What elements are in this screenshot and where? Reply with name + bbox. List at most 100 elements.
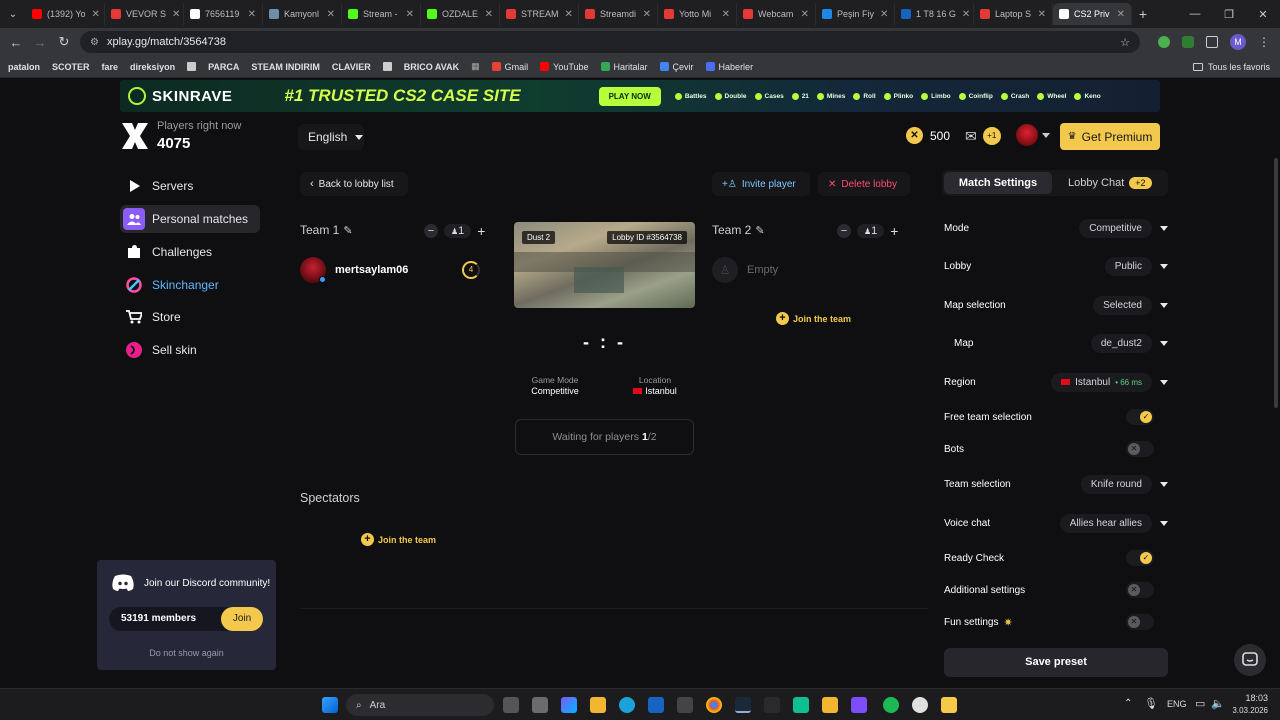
balance[interactable]: ✕ 500 bbox=[906, 127, 950, 144]
spotify-icon[interactable] bbox=[883, 697, 899, 713]
user-menu[interactable] bbox=[1016, 124, 1050, 146]
map-select[interactable]: de_dust2 bbox=[1090, 333, 1152, 353]
shield-extension-icon[interactable] bbox=[1182, 36, 1194, 48]
browser-tab[interactable]: Kamyonl ✕ bbox=[263, 3, 342, 25]
rockstar-icon[interactable] bbox=[822, 697, 838, 713]
apps-grid-icon[interactable]: ▦ bbox=[471, 61, 480, 72]
minus-icon[interactable]: − bbox=[424, 224, 438, 238]
app-icon[interactable] bbox=[912, 697, 928, 713]
url-input[interactable]: ⚙ xplay.gg/match/3564738 ☆ bbox=[80, 31, 1140, 53]
browser-tab[interactable]: (1392) Yo ✕ bbox=[26, 3, 105, 25]
browser-tab[interactable]: STREAM ✕ bbox=[500, 3, 579, 25]
tab-close-icon[interactable]: ✕ bbox=[637, 9, 651, 20]
extension-icon[interactable] bbox=[1158, 36, 1170, 48]
app-icon[interactable] bbox=[677, 697, 693, 713]
tab-search-icon[interactable]: ⌄ bbox=[0, 9, 26, 20]
tab-close-icon[interactable]: ✕ bbox=[86, 9, 100, 20]
sidebar-item-challenges[interactable]: Challenges bbox=[120, 238, 260, 266]
spectators-join-button[interactable]: + Join the team bbox=[361, 533, 436, 546]
clock-date[interactable]: 3.03.2026 bbox=[1222, 706, 1268, 715]
new-tab-button[interactable]: + bbox=[1132, 6, 1154, 22]
edit-icon[interactable]: ✎ bbox=[343, 224, 352, 237]
restore-icon[interactable]: ❐ bbox=[1212, 8, 1246, 21]
browser-tab[interactable]: CS2 Priv ✕ bbox=[1053, 3, 1132, 25]
page-scrollbar[interactable] bbox=[1274, 158, 1278, 408]
tab-close-icon[interactable]: ✕ bbox=[716, 9, 730, 20]
tab-close-icon[interactable]: ✕ bbox=[559, 9, 573, 20]
browser-tab[interactable]: 7656119 ✕ bbox=[184, 3, 263, 25]
app-icon[interactable] bbox=[941, 697, 957, 713]
tab-close-icon[interactable]: ✕ bbox=[400, 9, 414, 20]
tab-close-icon[interactable]: ✕ bbox=[242, 9, 256, 20]
browser-menu-icon[interactable]: ⋮ bbox=[1258, 35, 1270, 49]
tray-chevron-icon[interactable]: ⌃ bbox=[1124, 698, 1132, 709]
browser-tab[interactable]: Yotto Mi ✕ bbox=[658, 3, 737, 25]
browser-tab[interactable]: VEVOR S ✕ bbox=[105, 3, 184, 25]
chrome-icon[interactable] bbox=[706, 697, 722, 713]
steam-icon[interactable] bbox=[735, 697, 751, 713]
browser-tab[interactable]: Stream - ✕ bbox=[342, 3, 421, 25]
tab-close-icon[interactable]: ✕ bbox=[1111, 9, 1125, 20]
sidebar-item-sell-skin[interactable]: Sell skin bbox=[120, 336, 260, 364]
team2-join-button[interactable]: + Join the team bbox=[776, 312, 851, 325]
windows-start-icon[interactable] bbox=[322, 697, 338, 713]
support-chat-button[interactable] bbox=[1234, 644, 1266, 676]
outlook-icon[interactable] bbox=[648, 697, 664, 713]
language-select[interactable]: English bbox=[298, 124, 364, 150]
discord-dismiss-link[interactable]: Do not show again bbox=[97, 648, 276, 658]
browser-tab[interactable]: Streamdi ✕ bbox=[579, 3, 658, 25]
tab-close-icon[interactable]: ✕ bbox=[1032, 9, 1046, 20]
reload-icon[interactable]: ↻ bbox=[52, 34, 76, 50]
tab-close-icon[interactable]: ✕ bbox=[321, 9, 335, 20]
tab-close-icon[interactable]: ✕ bbox=[874, 9, 888, 20]
delete-lobby-button[interactable]: ✕ Delete lobby bbox=[818, 172, 910, 196]
bookmark-link[interactable]: Çevir bbox=[654, 62, 700, 72]
back-to-lobby-button[interactable]: ‹ Back to lobby list bbox=[300, 172, 408, 196]
discord-join-button[interactable]: Join bbox=[221, 607, 263, 631]
back-arrow-icon[interactable]: ← bbox=[4, 35, 28, 50]
team1-player-row[interactable]: mertsaylam06 bbox=[300, 257, 408, 283]
sidebar-item-personal-matches[interactable]: Personal matches bbox=[120, 205, 260, 233]
site-info-icon[interactable]: ⚙ bbox=[90, 37, 99, 48]
tab-close-icon[interactable]: ✕ bbox=[956, 9, 970, 20]
file-explorer-icon[interactable] bbox=[590, 697, 606, 713]
calculator-icon[interactable] bbox=[851, 697, 867, 713]
browser-tab[interactable]: 1 T8 16 G ✕ bbox=[895, 3, 974, 25]
bookmark-item[interactable]: BRICO AVAK bbox=[398, 62, 465, 72]
bookmark-item[interactable]: SCOTER bbox=[46, 62, 96, 72]
edit-icon[interactable]: ✎ bbox=[755, 224, 764, 237]
edge-icon[interactable] bbox=[619, 697, 635, 713]
invite-player-button[interactable]: +♙ Invite player bbox=[712, 172, 810, 196]
browser-tab[interactable]: Laptop S ✕ bbox=[974, 3, 1053, 25]
lobby-select[interactable]: Public bbox=[1104, 256, 1152, 276]
bookmark-item[interactable]: PARCA bbox=[202, 62, 245, 72]
app-icon[interactable] bbox=[793, 697, 809, 713]
mail-button[interactable]: ✉ +1 bbox=[965, 127, 1001, 145]
minimize-icon[interactable]: — bbox=[1178, 8, 1212, 20]
bookmark-folder-icon[interactable] bbox=[181, 62, 202, 71]
network-icon[interactable]: ▭ bbox=[1195, 697, 1205, 710]
extensions-puzzle-icon[interactable] bbox=[1206, 36, 1218, 48]
bookmark-link[interactable]: YouTube bbox=[534, 62, 594, 72]
fun-toggle[interactable]: ✕ bbox=[1126, 614, 1154, 630]
bookmark-item[interactable]: direksiyon bbox=[124, 62, 181, 72]
bookmark-link[interactable]: Gmail bbox=[486, 62, 535, 72]
all-bookmarks[interactable]: Tous les favoris bbox=[1192, 62, 1270, 72]
ready-check-toggle[interactable]: ✓ bbox=[1126, 550, 1154, 566]
forward-arrow-icon[interactable]: → bbox=[28, 35, 52, 50]
region-select[interactable]: Istanbul • 66 ms bbox=[1051, 372, 1152, 392]
sidebar-item-store[interactable]: Store bbox=[120, 303, 260, 331]
sidebar-item-skinchanger[interactable]: Skinchanger bbox=[120, 271, 260, 299]
bookmark-link[interactable]: Haritalar bbox=[595, 62, 654, 72]
bookmark-item[interactable]: fare bbox=[96, 62, 125, 72]
microphone-icon[interactable]: 🎙 bbox=[1144, 697, 1158, 710]
plus-icon[interactable]: + bbox=[477, 223, 485, 239]
close-window-icon[interactable]: ✕ bbox=[1246, 8, 1280, 21]
mode-select[interactable]: Competitive bbox=[1079, 218, 1152, 238]
banner-play-now-button[interactable]: PLAY NOW bbox=[598, 86, 661, 106]
free-team-toggle[interactable]: ✓ bbox=[1126, 409, 1154, 425]
minus-icon[interactable]: − bbox=[837, 224, 851, 238]
browser-tab[interactable]: Peşin Fiy ✕ bbox=[816, 3, 895, 25]
bookmark-link[interactable]: Haberler bbox=[700, 62, 760, 72]
bookmark-folder-icon[interactable] bbox=[377, 62, 398, 71]
